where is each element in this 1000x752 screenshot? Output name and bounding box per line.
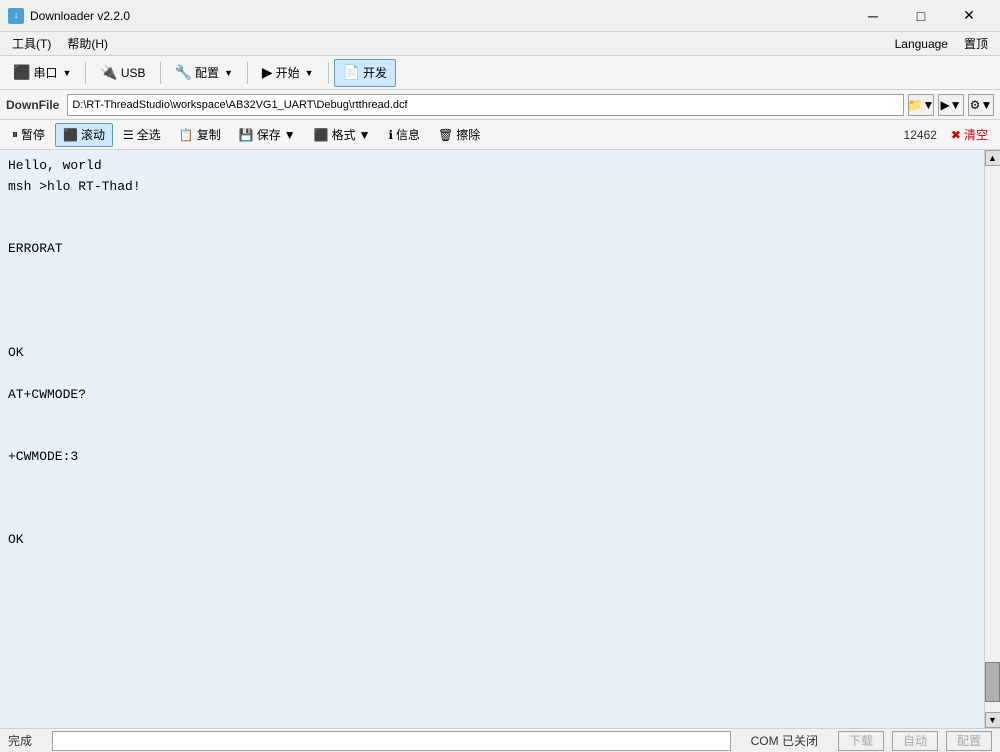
app-icon: ↓ xyxy=(8,8,24,24)
start-icon: ▶ xyxy=(262,64,273,81)
app-title: Downloader v2.2.0 xyxy=(30,9,850,23)
menu-right: Language 置顶 xyxy=(887,33,996,55)
start-label: 开始 xyxy=(276,64,300,81)
develop-label: 开发 xyxy=(363,64,387,81)
format-icon: ⬛ xyxy=(314,128,329,142)
downfile-label: DownFile xyxy=(6,98,59,112)
save-arrow: ▼ xyxy=(284,128,296,142)
scroll-icon: ⬛ xyxy=(63,128,78,142)
develop-icon: 📄 xyxy=(343,64,360,81)
scrollbar: ▲ ▼ xyxy=(984,150,1000,728)
scrollbar-up-button[interactable]: ▲ xyxy=(985,150,1000,166)
toolbar-start[interactable]: ▶ 开始 ▼ xyxy=(253,59,323,87)
run-arrow: ▼ xyxy=(950,98,962,112)
config-label: 配置 xyxy=(195,64,219,81)
erase-label: 擦除 xyxy=(456,126,480,143)
downfile-settings-button[interactable]: ⚙ ▼ xyxy=(968,94,994,116)
toolbar-usb[interactable]: 🔌 USB xyxy=(91,59,154,87)
status-config-button[interactable]: 配置 xyxy=(946,731,992,751)
usb-label: USB xyxy=(121,66,146,80)
secondary-toolbar: ⏸ 暂停 ⬛ 滚动 ☰ 全选 📋 复制 💾 保存 ▼ ⬛ 格式 ▼ ℹ 信息 🗑… xyxy=(0,120,1000,150)
copy-button[interactable]: 📋 复制 xyxy=(171,123,229,147)
settings-icon: ⚙ xyxy=(970,98,981,112)
downfile-run-button[interactable]: ▶ ▼ xyxy=(938,94,964,116)
serial-icon: ⬛ xyxy=(13,64,30,81)
format-button[interactable]: ⬛ 格式 ▼ xyxy=(306,123,379,147)
usb-icon: 🔌 xyxy=(100,64,117,81)
settings-arrow: ▼ xyxy=(980,98,992,112)
start-arrow: ▼ xyxy=(305,68,314,78)
pause-icon: ⏸ xyxy=(12,127,18,142)
toolbar-sep-1 xyxy=(85,62,86,84)
clear-button[interactable]: ✖ 清空 xyxy=(943,123,996,147)
save-label: 保存 xyxy=(257,126,281,143)
menu-help[interactable]: 帮助(H) xyxy=(59,33,116,55)
toolbar-sep-2 xyxy=(160,62,161,84)
maximize-button[interactable]: □ xyxy=(898,0,944,32)
config-icon: 🔧 xyxy=(175,64,192,81)
info-icon: ℹ xyxy=(388,128,393,142)
pause-button[interactable]: ⏸ 暂停 xyxy=(4,123,53,147)
scroll-label: 滚动 xyxy=(81,126,105,143)
downfile-path-input[interactable] xyxy=(67,94,904,116)
format-label: 格式 xyxy=(332,126,356,143)
serial-arrow: ▼ xyxy=(62,68,71,78)
title-bar: ↓ Downloader v2.2.0 ─ □ ✕ xyxy=(0,0,1000,32)
main-toolbar: ⬛ 串口 ▼ 🔌 USB 🔧 配置 ▼ ▶ 开始 ▼ 📄 开发 xyxy=(0,56,1000,90)
status-right-buttons: 下载 自动 配置 xyxy=(838,731,992,751)
clear-icon: ✖ xyxy=(951,128,961,142)
erase-icon: 🗑 xyxy=(438,128,453,142)
config-arrow: ▼ xyxy=(224,68,233,78)
status-text: 完成 xyxy=(8,732,32,749)
scrollbar-down-button[interactable]: ▼ xyxy=(985,712,1000,728)
com-status: COM 已关闭 xyxy=(751,732,818,749)
erase-button[interactable]: 🗑 擦除 xyxy=(430,123,488,147)
terminal-wrapper: Hello, world msh >hlo RT-Thad! ERRORAT O… xyxy=(0,150,1000,728)
status-autostart-button[interactable]: 自动 xyxy=(892,731,938,751)
selectall-button[interactable]: ☰ 全选 xyxy=(115,123,169,147)
toolbar-serial[interactable]: ⬛ 串口 ▼ xyxy=(4,59,80,87)
info-button[interactable]: ℹ 信息 xyxy=(380,123,428,147)
copy-label: 复制 xyxy=(197,126,221,143)
pause-label: 暂停 xyxy=(21,126,45,143)
selectall-icon: ☰ xyxy=(123,128,134,142)
menu-tools[interactable]: 工具(T) xyxy=(4,33,59,55)
status-download-button[interactable]: 下载 xyxy=(838,731,884,751)
browse-arrow: ▼ xyxy=(923,98,935,112)
toolbar-sep-4 xyxy=(328,62,329,84)
scroll-button[interactable]: ⬛ 滚动 xyxy=(55,123,113,147)
save-icon: 💾 xyxy=(239,128,254,142)
count-area: 12462 ✖ 清空 xyxy=(904,123,996,147)
scrollbar-thumb[interactable] xyxy=(985,662,1000,702)
selectall-label: 全选 xyxy=(137,126,161,143)
close-button[interactable]: ✕ xyxy=(946,0,992,32)
terminal-output[interactable]: Hello, world msh >hlo RT-Thad! ERRORAT O… xyxy=(0,150,984,728)
copy-icon: 📋 xyxy=(179,128,194,142)
browse-icon: 📁 xyxy=(908,98,923,112)
scrollbar-track-area xyxy=(985,166,1000,712)
status-input-area xyxy=(52,731,731,751)
info-label: 信息 xyxy=(396,126,420,143)
downfile-browse-button[interactable]: 📁 ▼ xyxy=(908,94,934,116)
toolbar-sep-3 xyxy=(247,62,248,84)
serial-label: 串口 xyxy=(33,64,57,81)
minimize-button[interactable]: ─ xyxy=(850,0,896,32)
toolbar-develop[interactable]: 📄 开发 xyxy=(334,59,396,87)
format-arrow: ▼ xyxy=(359,128,371,142)
status-bar: 完成 COM 已关闭 下载 自动 配置 xyxy=(0,728,1000,752)
save-button[interactable]: 💾 保存 ▼ xyxy=(231,123,304,147)
downfile-bar: DownFile 📁 ▼ ▶ ▼ ⚙ ▼ xyxy=(0,90,1000,120)
toolbar-config[interactable]: 🔧 配置 ▼ xyxy=(166,59,242,87)
command-input[interactable] xyxy=(52,731,731,751)
menu-topmost[interactable]: 置顶 xyxy=(956,33,996,55)
run-icon: ▶ xyxy=(940,98,949,112)
window-controls: ─ □ ✕ xyxy=(850,0,992,32)
clear-label: 清空 xyxy=(964,126,988,143)
menu-language[interactable]: Language xyxy=(887,33,956,55)
menu-bar: 工具(T) 帮助(H) Language 置顶 xyxy=(0,32,1000,56)
line-count: 12462 xyxy=(904,128,937,142)
